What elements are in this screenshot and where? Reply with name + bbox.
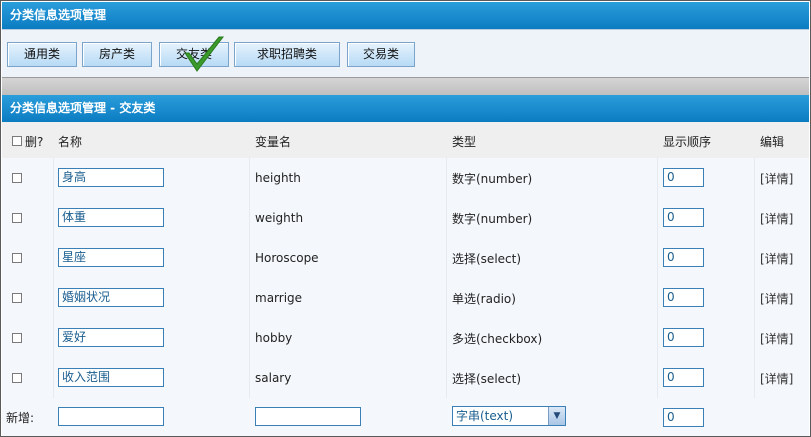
row-delete-checkbox[interactable] [12,173,22,183]
table-row: 体重 weighth 数字(number) 0 [详情] [2,198,809,239]
col-name: 名称 [58,135,83,149]
new-name-input[interactable] [58,407,164,426]
table-header: 删? 名称 变量名 类型 显示顺序 编辑 [2,122,809,159]
table-row: 星座 Horoscope 选择(select) 0 [详情] [2,238,809,279]
detail-link[interactable]: [详情] [760,250,793,267]
table-row: 身高 heighth 数字(number) 0 [详情] [2,158,809,199]
page-title: 分类信息选项管理 [2,2,809,29]
row-delete-checkbox[interactable] [12,293,22,303]
name-input[interactable]: 收入范围 [58,368,164,387]
col-type: 类型 [452,135,477,149]
chevron-down-icon[interactable]: ▼ [548,407,565,425]
window-frame: 分类信息选项管理 通用类 房产类 交友类 求职招聘类 交易类 分类信息选项管理 … [0,0,811,437]
order-input[interactable]: 0 [663,368,704,387]
name-input[interactable]: 婚姻状况 [58,288,164,307]
variable-name: marrige [255,291,303,305]
field-type: 数字(number) [452,212,533,226]
new-option-row: 新增: 字串(text) ▼ 0 [2,398,809,436]
order-input[interactable]: 0 [663,288,704,307]
table-row: 婚姻状况 marrige 单选(radio) 0 [详情] [2,278,809,319]
tab-bar: 通用类 房产类 交友类 求职招聘类 交易类 [2,29,809,78]
field-type: 数字(number) [452,172,533,186]
variable-name: weighth [255,211,304,225]
select-all-checkbox[interactable] [12,136,22,146]
new-variable-input[interactable] [255,407,361,426]
table-row: 爱好 hobby 多选(checkbox) 0 [详情] [2,318,809,359]
order-input[interactable]: 0 [663,208,704,227]
detail-link[interactable]: [详情] [760,290,793,307]
detail-link[interactable]: [详情] [760,170,793,187]
name-input[interactable]: 星座 [58,248,164,267]
name-input[interactable]: 爱好 [58,328,164,347]
row-delete-checkbox[interactable] [12,373,22,383]
divider-bar [2,77,809,96]
order-input[interactable]: 0 [663,328,704,347]
row-delete-checkbox[interactable] [12,253,22,263]
col-variable: 变量名 [255,135,292,149]
tab-real-estate[interactable]: 房产类 [82,42,152,67]
field-type: 多选(checkbox) [452,332,543,346]
detail-link[interactable]: [详情] [760,330,793,347]
detail-link[interactable]: [详情] [760,210,793,227]
type-select-value: 字串(text) [456,409,514,423]
row-delete-checkbox[interactable] [12,213,22,223]
type-select[interactable]: 字串(text) ▼ [452,406,566,426]
order-input[interactable]: 0 [663,168,704,187]
col-delete: 删? [25,135,44,149]
variable-name: Horoscope [255,251,319,265]
col-order: 显示顺序 [663,135,712,149]
tab-trade[interactable]: 交易类 [347,42,415,67]
table-row: 收入范围 salary 选择(select) 0 [详情] [2,358,809,399]
variable-name: salary [255,371,292,385]
new-row-label: 新增: [6,411,35,425]
col-edit: 编辑 [760,135,785,149]
variable-name: hobby [255,331,293,345]
field-type: 单选(radio) [452,292,516,306]
checkmark-icon [184,36,225,72]
row-delete-checkbox[interactable] [12,333,22,343]
section-title: 分类信息选项管理 - 交友类 [2,95,809,122]
tab-jobs[interactable]: 求职招聘类 [234,42,340,67]
new-order-input[interactable]: 0 [663,408,704,427]
name-input[interactable]: 身高 [58,168,164,187]
name-input[interactable]: 体重 [58,208,164,227]
detail-link[interactable]: [详情] [760,370,793,387]
field-type: 选择(select) [452,252,522,266]
order-input[interactable]: 0 [663,248,704,267]
field-type: 选择(select) [452,372,522,386]
variable-name: heighth [255,171,301,185]
tab-general[interactable]: 通用类 [7,42,77,67]
